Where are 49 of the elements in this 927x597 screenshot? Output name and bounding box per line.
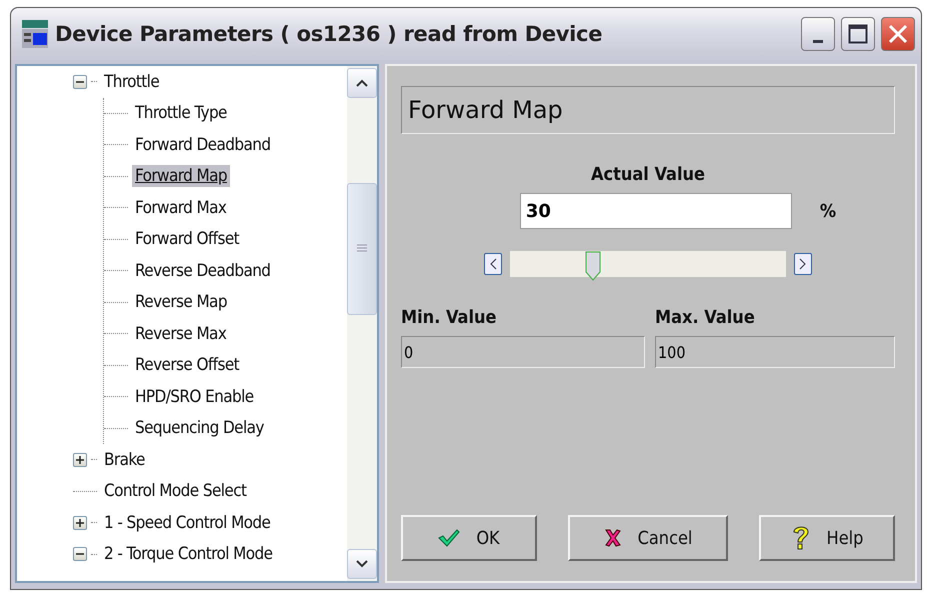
tree-item[interactable]: Control Mode Select xyxy=(101,480,250,502)
help-button[interactable]: Help xyxy=(759,515,895,561)
min-value-field: 0 xyxy=(401,336,645,368)
ok-button[interactable]: OK xyxy=(401,515,537,561)
cross-icon xyxy=(604,528,622,548)
tree-item[interactable]: Reverse Offset xyxy=(132,354,242,376)
scrollbar-thumb[interactable] xyxy=(347,182,377,314)
cancel-button[interactable]: Cancel xyxy=(568,515,728,561)
tree-item[interactable]: Forward Map xyxy=(132,165,230,188)
tree-item[interactable]: 1 - Speed Control Mode xyxy=(101,512,274,534)
tree-item[interactable]: HPD/SRO Enable xyxy=(132,386,257,408)
tree-item[interactable]: 2 - Torque Control Mode xyxy=(101,543,276,566)
question-icon xyxy=(790,525,811,551)
close-icon xyxy=(888,24,908,44)
tree-item[interactable]: Reverse Map xyxy=(132,291,230,314)
value-field[interactable]: 30 xyxy=(520,193,792,229)
tree-item[interactable]: Reverse Max xyxy=(132,322,230,345)
tree-item[interactable]: Forward Deadband xyxy=(132,134,274,156)
window-title: Device Parameters ( os1236 ) read from Device xyxy=(55,22,604,46)
grip-icon xyxy=(357,244,367,254)
check-icon xyxy=(438,529,460,547)
parameter-title: Forward Map xyxy=(401,86,895,134)
unit-label: % xyxy=(820,200,836,222)
actual-value-label: Actual Value xyxy=(590,164,706,185)
collapse-icon[interactable] xyxy=(73,547,87,562)
max-value-field: 100 xyxy=(655,336,895,368)
scroll-down-button[interactable] xyxy=(347,549,377,579)
collapse-icon[interactable] xyxy=(73,74,87,89)
min-value-label: Min. Value xyxy=(401,307,498,328)
expand-icon[interactable] xyxy=(73,516,87,530)
tree-item[interactable]: Forward Max xyxy=(132,196,230,219)
close-button[interactable] xyxy=(881,17,915,51)
app-icon xyxy=(21,19,49,49)
max-value-label: Max. Value xyxy=(655,307,756,328)
tree-item[interactable]: Forward Offset xyxy=(132,228,242,250)
maximize-button[interactable] xyxy=(841,17,875,51)
tree-item[interactable]: Reverse Deadband xyxy=(132,260,274,282)
slider-right-button[interactable] xyxy=(794,253,812,275)
minimize-icon xyxy=(813,40,823,42)
tree-item[interactable]: Brake xyxy=(101,448,148,471)
scroll-up-button[interactable] xyxy=(347,68,377,98)
minimize-button[interactable] xyxy=(801,17,835,51)
tree-item[interactable]: Sequencing Delay xyxy=(132,417,267,440)
expand-icon[interactable] xyxy=(73,452,87,467)
slider-left-button[interactable] xyxy=(484,253,502,275)
tree-item[interactable]: Throttle xyxy=(101,70,162,93)
slider-thumb[interactable] xyxy=(584,251,601,281)
maximize-icon xyxy=(848,24,868,44)
tree-item[interactable]: Throttle Type xyxy=(132,102,230,124)
